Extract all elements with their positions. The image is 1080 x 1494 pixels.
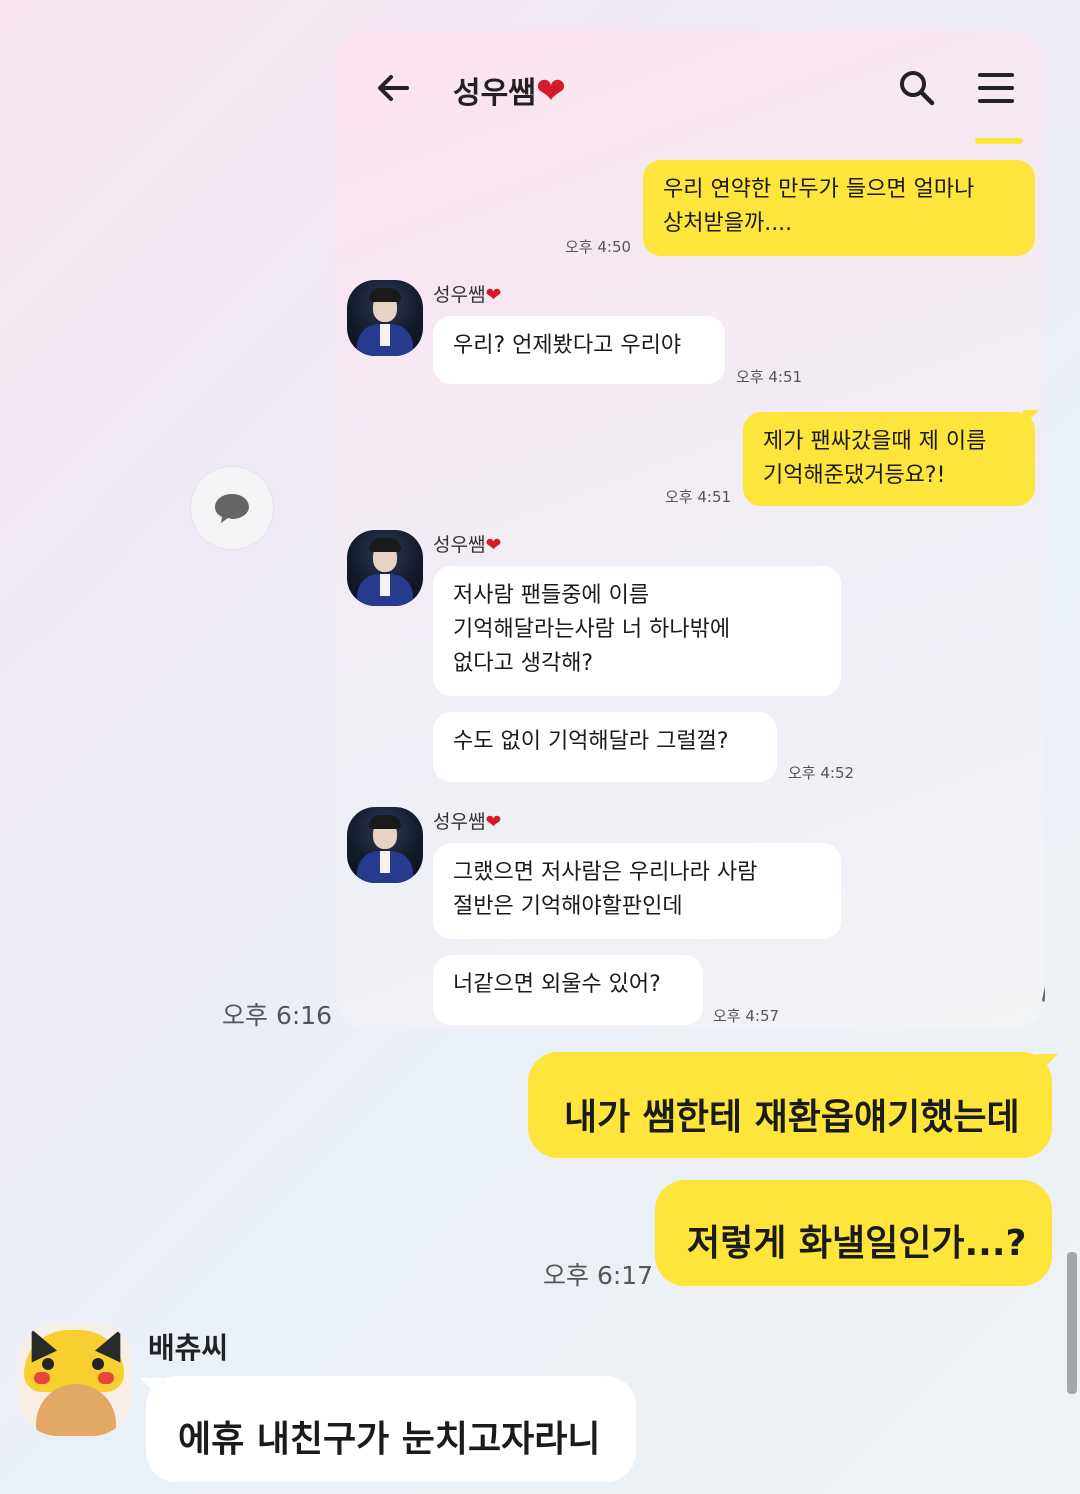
sender-name: 성우쌤❤ <box>433 530 501 557</box>
sender-name-text: 성우쌤 <box>433 284 486 306</box>
bubble-tail <box>1036 1054 1058 1076</box>
inner-message-bubble: 저사람 팬들중에 이름 기억해달라는사람 너 하나밖에 없다고 생각해? <box>433 566 841 696</box>
friend-avatar[interactable] <box>18 1322 132 1436</box>
inner-chat-title: 성우쌤❤ <box>453 68 566 112</box>
sender-avatar[interactable] <box>347 280 423 356</box>
message-time: 오후 4:50 <box>565 238 632 256</box>
inner-message-bubble: 그랬으면 저사람은 우리나라 사람 절반은 기억해야할판인데 <box>433 843 841 939</box>
speech-bubble-icon <box>213 491 251 529</box>
message-time: 오후 4:51 <box>665 488 732 506</box>
inner-message-bubble: 너같으면 외울수 있어? <box>433 955 703 1025</box>
sender-name: 성우쌤❤ <box>433 280 501 307</box>
search-icon[interactable] <box>897 68 937 108</box>
previous-bubble-edge <box>975 138 1023 144</box>
outer-message-bubble: 에휴 내친구가 눈치고자라니 <box>146 1376 636 1482</box>
outer-scrollbar[interactable] <box>1067 1252 1077 1394</box>
menu-icon[interactable] <box>977 70 1015 106</box>
inner-scrollbar <box>1041 979 1045 1003</box>
share-button[interactable] <box>190 466 274 550</box>
sender-name-text: 성우쌤 <box>433 811 486 833</box>
sender-avatar[interactable] <box>347 807 423 883</box>
heart-icon: ❤ <box>485 534 502 556</box>
inner-top-bar: 성우쌤❤ <box>335 30 1045 144</box>
shared-chat-screenshot[interactable]: 성우쌤❤ 우리 연약한 만두가 들으면 얼마나 상처받을까.... 오후 4:5… <box>335 30 1045 1030</box>
message-time: 오후 4:57 <box>713 1007 780 1025</box>
sender-name: 성우쌤❤ <box>433 807 501 834</box>
inner-message-bubble: 우리? 언제봤다고 우리야 <box>433 316 725 384</box>
outer-message-bubble: 저렇게 화낼일인가...? <box>655 1180 1052 1286</box>
heart-icon: ❤ <box>485 284 502 306</box>
heart-icon: ❤ <box>535 71 566 112</box>
inner-message-bubble: 우리 연약한 만두가 들으면 얼마나 상처받을까.... <box>643 160 1035 256</box>
message-time: 오후 6:17 <box>543 1261 654 1290</box>
sender-name-text: 성우쌤 <box>433 534 486 556</box>
message-time: 오후 4:52 <box>788 764 855 782</box>
inner-message-bubble: 제가 팬싸갔을때 제 이름 기억해준댔거등요?! <box>743 412 1035 506</box>
inner-message-bubble: 수도 없이 기억해달라 그럴껄? <box>433 712 777 782</box>
image-time: 오후 6:16 <box>222 1001 333 1030</box>
sender-avatar[interactable] <box>347 530 423 606</box>
outer-message-bubble: 내가 쌤한테 재환옵얘기했는데 <box>528 1052 1052 1158</box>
message-time: 오후 4:51 <box>736 368 803 386</box>
back-arrow-icon[interactable] <box>373 68 413 108</box>
heart-icon: ❤ <box>485 811 502 833</box>
friend-name: 배츄씨 <box>148 1331 229 1365</box>
inner-chat-title-text: 성우쌤 <box>453 76 536 111</box>
bubble-tail <box>1023 410 1039 426</box>
